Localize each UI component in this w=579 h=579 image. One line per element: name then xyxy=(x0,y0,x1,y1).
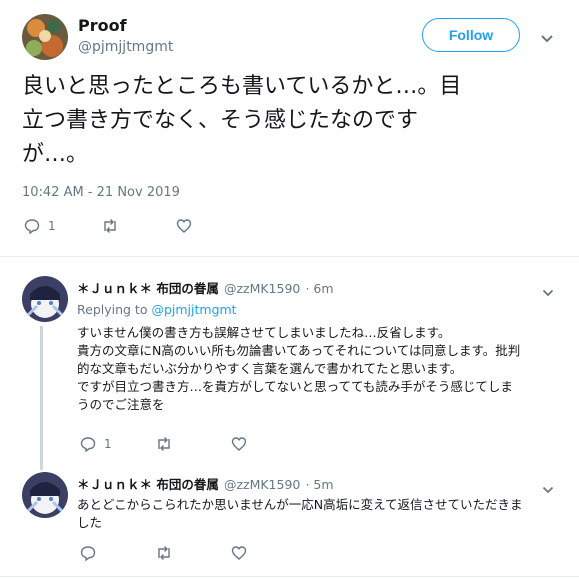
reply-avatar[interactable] xyxy=(22,472,68,518)
replying-to: Replying to @pjmjjtmgmt xyxy=(77,302,237,317)
reply-author-name[interactable]: ＊Ｊｕｎｋ＊ 布団の眷属 xyxy=(77,281,219,296)
like-action[interactable] xyxy=(176,218,192,234)
replying-to-handle[interactable]: @pjmjjtmgmt xyxy=(151,302,236,317)
reply-action[interactable] xyxy=(80,545,96,561)
divider xyxy=(0,576,579,577)
retweet-icon xyxy=(104,219,116,233)
reply-text: あとどこからこられたか思いませんが一応N高垢に変えて返信させていただきま した xyxy=(77,497,523,530)
reply-count: 1 xyxy=(104,437,112,451)
reply-author-handle[interactable]: @zzMK1590 xyxy=(224,477,300,492)
reply-author-handle[interactable]: @zzMK1590 xyxy=(224,281,300,296)
tweet-timestamp[interactable]: 10:42 AM - 21 Nov 2019 xyxy=(22,185,180,200)
reply-count: 1 xyxy=(48,219,56,233)
reply-time[interactable]: · 6m xyxy=(305,281,333,296)
thread-line xyxy=(40,326,43,470)
retweet-action[interactable] xyxy=(101,218,119,234)
reply-icon xyxy=(24,219,40,234)
like-action[interactable] xyxy=(231,545,247,561)
reply-icon xyxy=(80,437,96,452)
heart-icon xyxy=(231,437,247,451)
reply-avatar[interactable] xyxy=(22,276,68,322)
reply-author-name[interactable]: ＊Ｊｕｎｋ＊ 布団の眷属 xyxy=(77,477,219,492)
reply-time[interactable]: · 5m xyxy=(305,477,333,492)
heart-icon xyxy=(176,219,192,233)
retweet-icon xyxy=(158,437,170,451)
heart-icon xyxy=(231,546,247,560)
chevron-down-icon[interactable] xyxy=(542,282,554,301)
like-action[interactable] xyxy=(231,436,247,452)
retweet-action[interactable] xyxy=(155,545,173,561)
reply-text: すいません僕の書き方も誤解させてしまいましたね…反省します。 貴方の文章にN高の… xyxy=(77,325,521,412)
reply-action[interactable]: 1 xyxy=(24,218,56,234)
divider xyxy=(0,256,579,257)
chevron-down-icon[interactable] xyxy=(540,29,554,48)
retweet-action[interactable] xyxy=(155,436,173,452)
reply-header: ＊Ｊｕｎｋ＊ 布団の眷属 @zzMK1590 · 6m xyxy=(77,278,334,297)
tweet-text: 良いと思ったところも書いているかと…。目 立つ書き方でなく、そう感じたなのです … xyxy=(22,74,462,167)
author-avatar[interactable] xyxy=(22,14,68,60)
follow-button[interactable]: Follow xyxy=(422,18,520,52)
retweet-icon xyxy=(158,546,170,560)
replying-to-label: Replying to xyxy=(77,302,148,317)
reply-icon xyxy=(80,546,96,561)
reply-header: ＊Ｊｕｎｋ＊ 布団の眷属 @zzMK1590 · 5m xyxy=(77,474,334,493)
author-name[interactable]: Proof xyxy=(78,16,127,35)
author-handle[interactable]: @pjmjjtmgmt xyxy=(78,39,173,55)
reply-action[interactable]: 1 xyxy=(80,436,112,452)
